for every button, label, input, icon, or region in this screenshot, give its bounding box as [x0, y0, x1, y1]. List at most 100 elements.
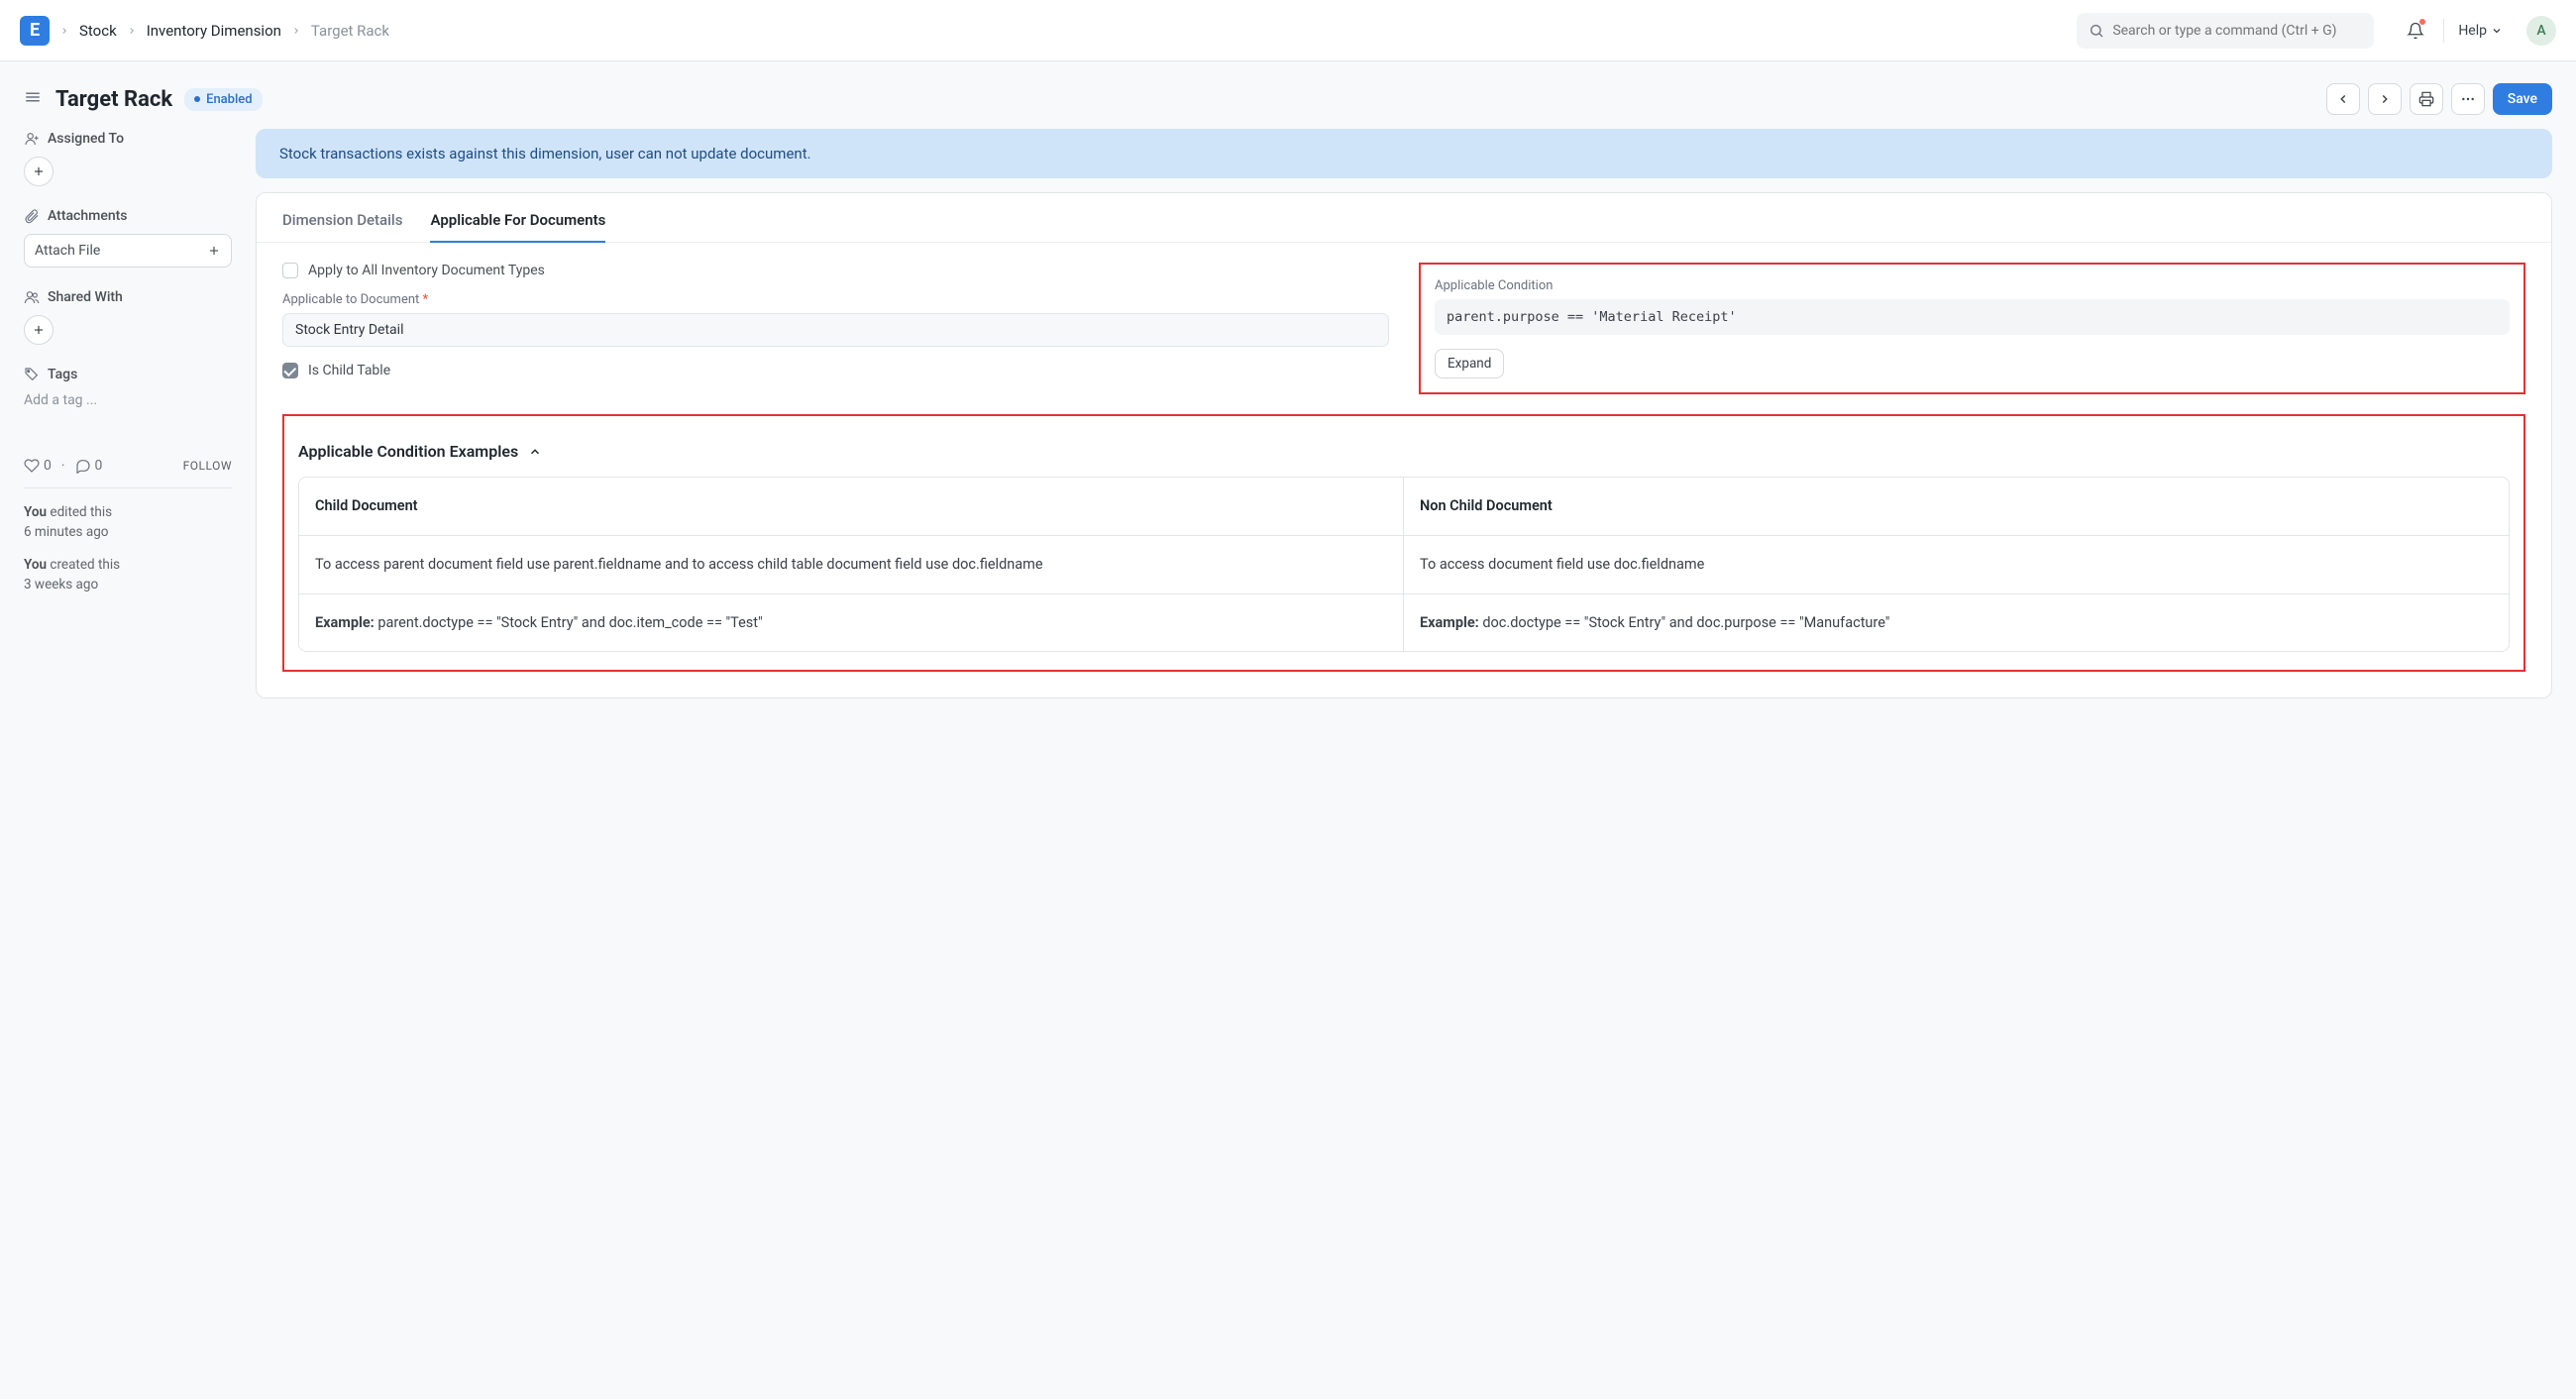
cell-child-desc: To access parent document field use pare… — [299, 536, 1404, 594]
like-button[interactable]: 0 — [24, 458, 52, 474]
applicable-to-label: Applicable to Document * — [282, 292, 1389, 307]
is-child-label: Is Child Table — [308, 363, 390, 378]
top-navbar: E Stock Inventory Dimension Target Rack … — [0, 0, 2576, 61]
status-badge: Enabled — [184, 88, 263, 111]
search-icon — [2089, 23, 2104, 39]
cell-child-example: parent.doctype == "Stock Entry" and doc.… — [375, 614, 763, 631]
tab-dimension-details[interactable]: Dimension Details — [282, 211, 402, 242]
breadcrumb: Stock Inventory Dimension Target Rack — [59, 22, 389, 40]
users-icon — [24, 289, 40, 305]
is-child-checkbox[interactable]: Is Child Table — [282, 363, 1389, 378]
plus-icon — [207, 244, 221, 258]
apply-all-checkbox[interactable]: Apply to All Inventory Document Types — [282, 263, 1389, 278]
app-logo[interactable]: E — [20, 16, 50, 46]
cell-nonchild-example: doc.doctype == "Stock Entry" and doc.pur… — [1479, 614, 1890, 631]
search-input[interactable] — [2077, 13, 2374, 49]
tags-label: Tags — [48, 367, 77, 382]
notification-button[interactable] — [2402, 17, 2429, 45]
applicable-condition-label: Applicable Condition — [1435, 278, 2510, 293]
chevron-left-icon — [2336, 92, 2350, 106]
next-button[interactable] — [2368, 83, 2402, 115]
comments-count: 0 — [95, 458, 103, 474]
paperclip-icon — [24, 208, 40, 224]
attach-file-label: Attach File — [35, 243, 100, 259]
crumb-stock[interactable]: Stock — [79, 22, 117, 40]
shared-with-label: Shared With — [48, 289, 123, 305]
table-row: To access parent document field use pare… — [299, 536, 2509, 594]
add-tag-input[interactable]: Add a tag ... — [24, 392, 232, 408]
form-sidebar: Assigned To Attachments Attach File Shar… — [24, 129, 232, 606]
edited-verb: edited this — [50, 504, 112, 520]
comments-button[interactable]: 0 — [75, 458, 103, 474]
apply-all-label: Apply to All Inventory Document Types — [308, 263, 545, 278]
checkbox-empty-icon — [282, 263, 298, 278]
avatar-letter: A — [2536, 23, 2545, 39]
header-actions: Save — [2326, 83, 2552, 115]
add-assignee-button[interactable] — [24, 157, 54, 186]
chevron-up-icon — [528, 445, 542, 459]
checkbox-checked-icon — [282, 363, 298, 378]
examples-table: Child Document Non Child Document To acc… — [298, 477, 2510, 652]
notification-dot — [2419, 19, 2425, 25]
plus-icon — [32, 323, 46, 337]
created-meta: You created this 3 weeks ago — [24, 555, 232, 595]
created-by: You — [24, 557, 47, 573]
chevron-right-icon — [127, 22, 137, 40]
chevron-right-icon — [291, 22, 301, 40]
edited-time: 6 minutes ago — [24, 524, 108, 540]
chevron-down-icon — [2491, 25, 2503, 37]
examples-highlight: Applicable Condition Examples Child Docu… — [282, 414, 2525, 672]
example-prefix: Example: — [1420, 614, 1479, 631]
crumb-current: Target Rack — [311, 22, 389, 40]
attach-file-button[interactable]: Attach File — [24, 234, 232, 268]
attachments-label: Attachments — [48, 208, 127, 224]
examples-section-header[interactable]: Applicable Condition Examples — [298, 430, 2510, 477]
alert-text: Stock transactions exists against this d… — [279, 145, 811, 162]
add-share-button[interactable] — [24, 315, 54, 345]
chevron-right-icon — [2378, 92, 2392, 106]
logo-letter: E — [30, 20, 40, 41]
tabs: Dimension Details Applicable For Documen… — [257, 193, 2551, 243]
alert-banner: Stock transactions exists against this d… — [256, 129, 2552, 178]
avatar[interactable]: A — [2526, 16, 2556, 46]
comment-icon — [75, 458, 91, 474]
help-label: Help — [2458, 23, 2487, 39]
tab-applicable-for-documents[interactable]: Applicable For Documents — [430, 211, 605, 243]
print-button[interactable] — [2410, 83, 2443, 115]
main-content: Stock transactions exists against this d… — [256, 129, 2552, 699]
nav-actions: Help A — [2402, 16, 2556, 46]
assigned-to-label: Assigned To — [48, 131, 124, 147]
examples-head-child: Child Document — [299, 478, 1404, 536]
crumb-inventory-dimension[interactable]: Inventory Dimension — [147, 22, 281, 40]
status-dot-icon — [194, 96, 200, 102]
save-button[interactable]: Save — [2493, 83, 2552, 115]
plus-icon — [32, 164, 46, 178]
print-icon — [2418, 91, 2434, 107]
applicable-condition-value[interactable]: parent.purpose == 'Material Receipt' — [1435, 299, 2510, 335]
table-row: Example: parent.doctype == "Stock Entry"… — [299, 594, 2509, 652]
nav-divider — [2443, 19, 2444, 43]
expand-button[interactable]: Expand — [1435, 349, 1504, 378]
edited-meta: You edited this 6 minutes ago — [24, 502, 232, 543]
sidebar-toggle[interactable] — [24, 88, 44, 110]
page-title: Target Rack — [55, 87, 172, 112]
help-menu[interactable]: Help — [2458, 23, 2503, 39]
form-card: Dimension Details Applicable For Documen… — [256, 192, 2552, 699]
applicable-to-input[interactable] — [282, 313, 1389, 347]
menu-icon — [24, 88, 42, 106]
heart-icon — [24, 458, 40, 474]
likes-count: 0 — [44, 458, 52, 474]
example-prefix: Example: — [315, 614, 375, 631]
prev-button[interactable] — [2326, 83, 2360, 115]
tag-icon — [24, 367, 40, 382]
left-column: Apply to All Inventory Document Types Ap… — [282, 263, 1389, 394]
more-button[interactable] — [2451, 83, 2485, 115]
dots-icon — [2460, 91, 2476, 107]
search-field[interactable] — [2112, 23, 2362, 39]
examples-head-nonchild: Non Child Document — [1404, 478, 2509, 536]
sidebar-divider — [24, 487, 232, 488]
follow-button[interactable]: FOLLOW — [183, 459, 232, 473]
created-time: 3 weeks ago — [24, 577, 98, 592]
created-verb: created this — [50, 557, 120, 573]
cell-nonchild-desc: To access document field use doc.fieldna… — [1404, 536, 2509, 594]
